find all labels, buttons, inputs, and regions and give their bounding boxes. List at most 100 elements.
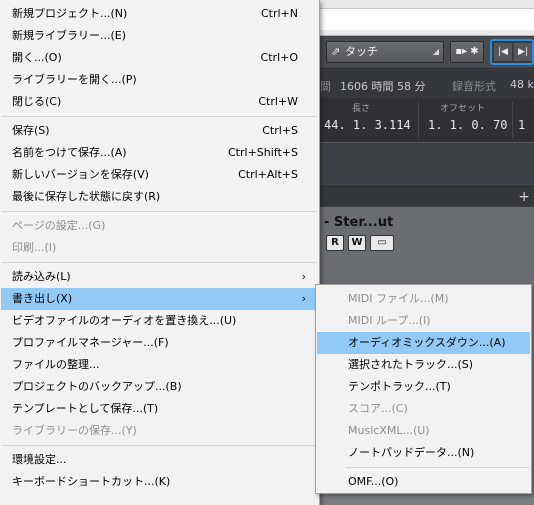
submenu-item-label: MIDI ループ...(I): [348, 314, 431, 327]
menu-item-label: ページの設定...(G): [12, 219, 106, 232]
menu-item-label: 新しいバージョンを保存(V): [12, 168, 149, 181]
track-name: - Ster...ut: [324, 215, 394, 230]
menu-item-profile-manager[interactable]: プロファイルマネージャー...(F): [1, 332, 318, 354]
menu-item-shortcut: Ctrl+Shift+S: [228, 146, 298, 159]
menu-item-key-commands[interactable]: キーボードショートカット...(K): [1, 471, 318, 493]
write-automation-button[interactable]: W: [348, 235, 366, 251]
menu-item-save-as-template[interactable]: テンプレートとして保存...(T): [1, 398, 318, 420]
menu-item-save-library[interactable]: ライブラリーの保存...(Y): [1, 420, 318, 442]
submenu-item-midi-file[interactable]: MIDI ファイル...(M): [317, 288, 530, 310]
submenu-item-audio-mixdown[interactable]: オーディオミックスダウン...(A): [317, 332, 530, 354]
submenu-item-midi-loop[interactable]: MIDI ループ...(I): [317, 310, 530, 332]
submenu-item-label: MIDI ファイル...(M): [348, 292, 449, 305]
submenu-item-tempo-track[interactable]: テンポトラック...(T): [317, 376, 530, 398]
menu-item-revert[interactable]: 最後に保存した状態に戻す(R): [1, 186, 318, 208]
menu-item-replace-video-audio[interactable]: ビデオファイルのオーディオを置き換え...(U): [1, 310, 318, 332]
track-list-header: +: [318, 186, 534, 206]
menu-separator: [2, 445, 317, 446]
menu-item-print[interactable]: 印刷...(I): [1, 237, 318, 259]
automation-mode-value: タッチ: [345, 45, 378, 58]
submenu-item-label: 選択されたトラック...(S): [348, 358, 474, 371]
menu-separator: [346, 467, 529, 468]
export-submenu: MIDI ファイル...(M) MIDI ループ...(I) オーディオミックス…: [315, 284, 532, 494]
menu-item-open-library[interactable]: ライブラリーを開く...(P): [1, 69, 318, 91]
menu-item-label: 開く...(O): [12, 51, 62, 64]
submenu-item-label: オーディオミックスダウン...(A): [348, 336, 506, 349]
submenu-item-selected-tracks[interactable]: 選択されたトラック...(S): [317, 354, 530, 376]
submenu-item-notepad-data[interactable]: ノートパッドデータ...(N): [317, 442, 530, 464]
menu-item-shortcut: Ctrl+N: [260, 7, 298, 20]
submenu-arrow-icon: ›: [301, 292, 306, 305]
submenu-item-label: ノートパッドデータ...(N): [348, 446, 475, 459]
automation-mode-select[interactable]: ⇗ タッチ ◢: [326, 41, 444, 63]
length-value[interactable]: 44. 1. 3.114: [324, 118, 411, 132]
menu-item-save[interactable]: 保存(S) Ctrl+S: [1, 120, 318, 142]
record-format-label: 録音形式: [452, 80, 496, 93]
chevron-down-icon: ◢: [432, 47, 439, 56]
menu-item-label: 書き出し(X): [12, 292, 73, 305]
divider: [512, 102, 513, 138]
menu-item-save-as[interactable]: 名前をつけて保存...(A) Ctrl+Shift+S: [1, 142, 318, 164]
offset-value[interactable]: 1. 1. 0. 70: [428, 118, 507, 132]
menu-item-label: プロジェクトのバックアップ...(B): [12, 380, 182, 393]
sample-rate: 48 k: [510, 78, 534, 91]
menu-item-label: 最後に保存した状態に戻す(R): [12, 190, 161, 203]
menu-item-new-project[interactable]: 新規プロジェクト...(N) Ctrl+N: [1, 3, 318, 25]
submenu-item-label: MusicXML...(U): [348, 424, 430, 437]
menu-item-backup-project[interactable]: プロジェクトのバックアップ...(B): [1, 376, 318, 398]
channel-settings-icon: ▭: [377, 237, 387, 248]
menu-separator: [2, 116, 317, 117]
menu-item-label: ライブラリーを開く...(P): [12, 73, 137, 86]
menu-item-label: 読み込み(L): [12, 270, 71, 283]
snap-button[interactable]: ▪▸ ✱: [450, 41, 484, 63]
track-header[interactable]: - Ster...ut R W ▭: [318, 207, 534, 287]
file-menu: 新規プロジェクト...(N) Ctrl+N 新規ライブラリー...(E) 開く.…: [0, 0, 320, 505]
title-bar: [318, 0, 534, 36]
add-track-icon[interactable]: +: [518, 189, 530, 205]
menu-item-shortcut: Ctrl+W: [258, 95, 298, 108]
menu-item-new-library[interactable]: 新規ライブラリー...(E): [1, 25, 318, 47]
length-label: 長さ: [352, 104, 371, 114]
time-remaining: 1606 時間 58 分: [340, 80, 426, 93]
menu-item-shortcut: Ctrl+S: [262, 124, 298, 137]
menu-item-import[interactable]: 読み込み(L) ›: [1, 266, 318, 288]
menu-separator: [2, 211, 317, 212]
menu-item-label: 保存(S): [12, 124, 50, 137]
menu-item-close[interactable]: 閉じる(C) Ctrl+W: [1, 91, 318, 113]
menu-item-label: 新規プロジェクト...(N): [12, 7, 128, 20]
submenu-item-musicxml[interactable]: MusicXML...(U): [317, 420, 530, 442]
menu-item-label: 名前をつけて保存...(A): [12, 146, 127, 159]
menu-item-label: 印刷...(I): [12, 241, 57, 254]
offset-label: オフセット: [440, 104, 486, 114]
submenu-item-label: スコア...(C): [348, 402, 408, 415]
submenu-item-score[interactable]: スコア...(C): [317, 398, 530, 420]
menu-item-save-new-version[interactable]: 新しいバージョンを保存(V) Ctrl+Alt+S: [1, 164, 318, 186]
title-field: [318, 8, 534, 30]
menu-item-label: 環境設定...: [12, 453, 67, 466]
menu-item-preferences[interactable]: 環境設定...: [1, 449, 318, 471]
menu-item-label: ライブラリーの保存...(Y): [12, 424, 137, 437]
divider: [418, 102, 419, 138]
menu-item-cleanup[interactable]: ファイルの整理...: [1, 354, 318, 376]
menu-item-label: 閉じる(C): [12, 95, 62, 108]
toolbar: ⇗ タッチ ◢ ▪▸ ✱ |◀ ▶|: [318, 37, 534, 69]
rewind-to-start-icon[interactable]: |◀: [494, 43, 512, 61]
read-automation-button[interactable]: R: [326, 235, 344, 251]
menu-item-shortcut: Ctrl+Alt+S: [238, 168, 298, 181]
menu-item-export[interactable]: 書き出し(X) ›: [1, 288, 318, 310]
menu-item-open[interactable]: 開く...(O) Ctrl+O: [1, 47, 318, 69]
edit-channel-button[interactable]: ▭: [370, 235, 394, 251]
menu-item-label: プロファイルマネージャー...(F): [12, 336, 169, 349]
info-fragment: 間: [320, 80, 331, 93]
ruler-area: [318, 142, 534, 186]
forward-to-end-icon[interactable]: ▶|: [514, 43, 532, 61]
menu-item-label: 新規ライブラリー...(E): [12, 29, 127, 42]
menu-item-shortcut: Ctrl+O: [260, 51, 298, 64]
submenu-item-omf[interactable]: OMF...(O): [317, 471, 530, 493]
snap-icon: ▪▸ ✱: [455, 46, 479, 57]
submenu-item-label: テンポトラック...(T): [348, 380, 451, 393]
submenu-item-label: OMF...(O): [348, 475, 399, 488]
menu-item-page-setup[interactable]: ページの設定...(G): [1, 215, 318, 237]
status-info-line: 間 1606 時間 58 分 録音形式 48 k: [318, 70, 534, 98]
menu-item-label: ビデオファイルのオーディオを置き換え...(U): [12, 314, 237, 327]
